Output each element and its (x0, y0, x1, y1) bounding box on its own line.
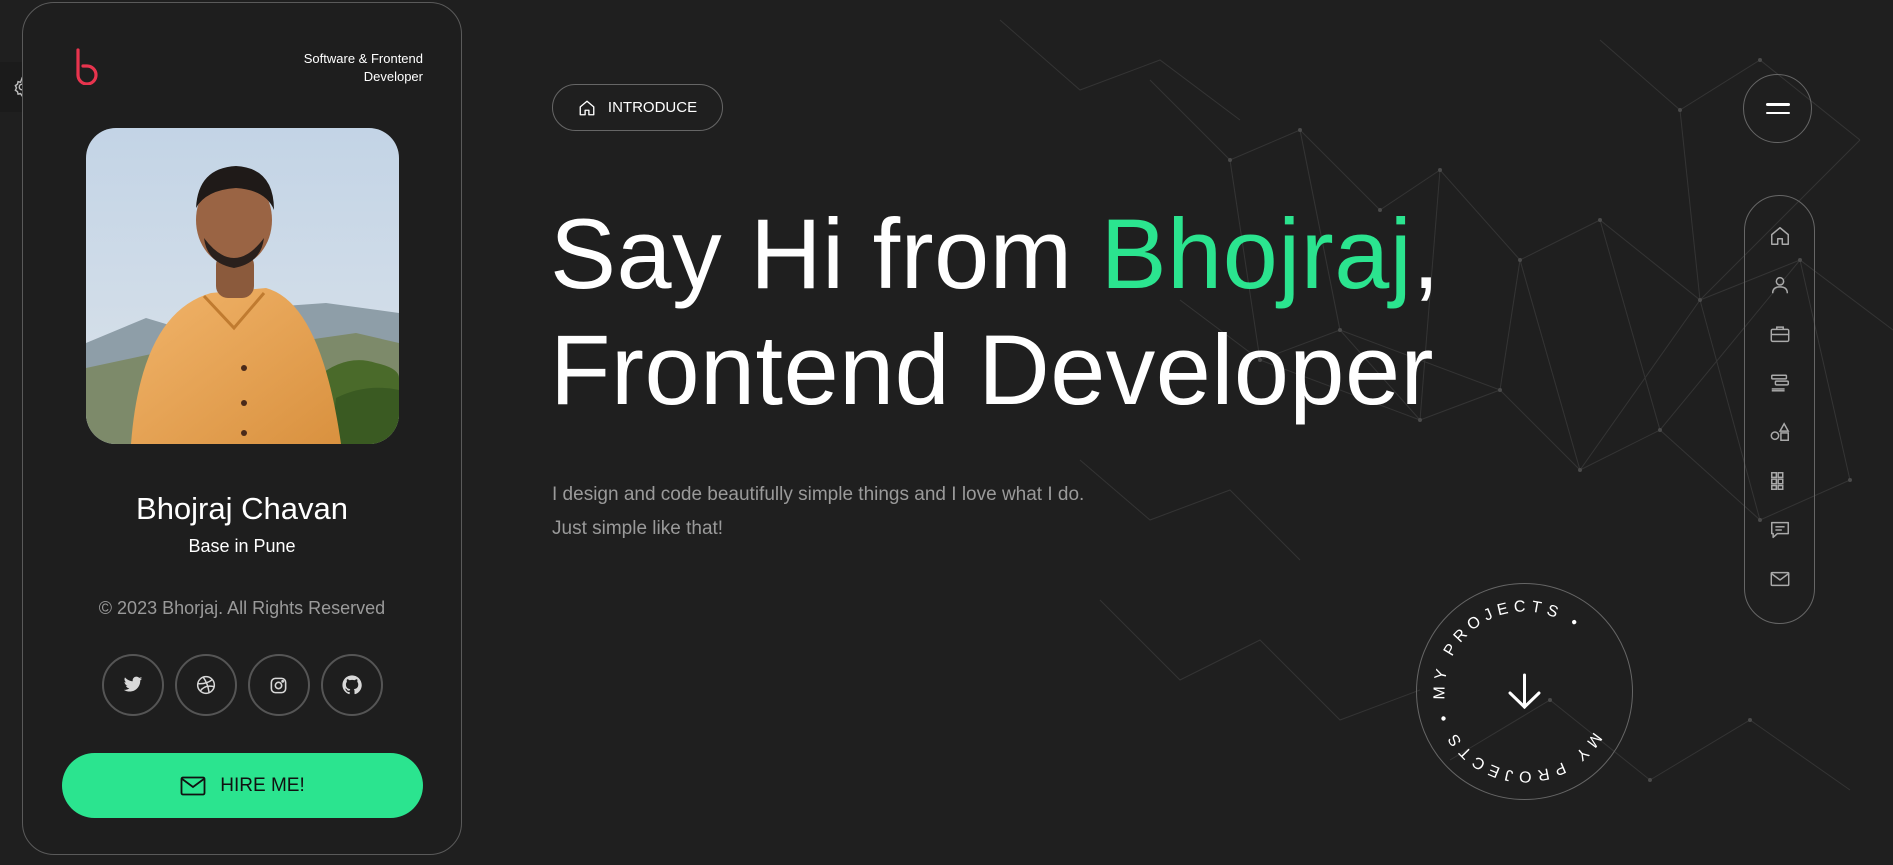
hero-headline: Say Hi from Bhojraj, Frontend Developer (550, 196, 1550, 428)
mail-icon (180, 776, 206, 795)
grid-icon (1770, 472, 1783, 490)
instagram-link[interactable] (247, 654, 310, 716)
github-icon (341, 675, 362, 695)
nav-resume[interactable] (1765, 320, 1795, 348)
instagram-icon (270, 677, 287, 693)
nav-contact[interactable] (1765, 565, 1795, 593)
copyright-text: © 2023 Bhorjaj. All Rights Reserved (98, 598, 386, 618)
shapes-icon (1770, 422, 1790, 441)
hero-description: I design and code beautifully simple thi… (552, 478, 1252, 546)
headline-comma: , (1412, 198, 1441, 309)
briefcase-icon (1770, 326, 1789, 343)
comment-icon (1770, 521, 1789, 539)
logo (76, 48, 98, 85)
headline-role: Frontend Developer (550, 314, 1434, 425)
home-icon (1770, 227, 1789, 245)
profile-card: Software & Frontend Developer Bhojraj Ch… (22, 2, 462, 855)
dribbble-icon (196, 675, 215, 695)
github-link[interactable] (320, 654, 383, 716)
introduce-badge: INTRODUCE (552, 84, 723, 131)
page: Software & Frontend Developer Bhojraj Ch… (0, 0, 1893, 865)
profile-role: Software & Frontend Developer (303, 51, 423, 84)
profile-location: Base in Pune (188, 536, 296, 556)
profile-name: Bhojraj Chavan (136, 491, 348, 526)
twitter-icon (123, 676, 142, 692)
hire-me-button[interactable]: HIRE ME! (62, 753, 423, 818)
twitter-link[interactable] (101, 654, 164, 716)
side-nav (1744, 195, 1815, 624)
hamburger-icon (1765, 103, 1790, 106)
nav-skills[interactable] (1765, 418, 1795, 446)
arrow-down-icon (1508, 673, 1541, 710)
description-line-1: I design and code beautifully simple thi… (552, 484, 1085, 505)
menu-button[interactable] (1743, 74, 1812, 143)
hire-me-label: HIRE ME! (220, 774, 305, 796)
nav-services[interactable] (1765, 369, 1795, 397)
social-links (23, 654, 461, 716)
mail-icon (1770, 571, 1789, 587)
headline-name: Bhojraj (1100, 198, 1413, 309)
user-icon (1771, 276, 1788, 294)
nav-home[interactable] (1765, 222, 1795, 250)
nav-testimonials[interactable] (1765, 516, 1795, 544)
nav-about[interactable] (1765, 271, 1795, 299)
resume-icon (1770, 374, 1789, 392)
description-line-2: Just simple like that! (552, 518, 724, 539)
my-projects-button[interactable]: MY PROJECTS • MY PROJECTS • (1397, 564, 1652, 819)
dribbble-link[interactable] (174, 654, 237, 716)
home-icon (579, 100, 595, 115)
introduce-label: INTRODUCE (607, 99, 698, 116)
headline-prefix: Say Hi from (550, 198, 1101, 309)
nav-portfolio[interactable] (1765, 467, 1795, 495)
hamburger-icon-bar (1765, 111, 1790, 114)
profile-photo (86, 128, 399, 444)
